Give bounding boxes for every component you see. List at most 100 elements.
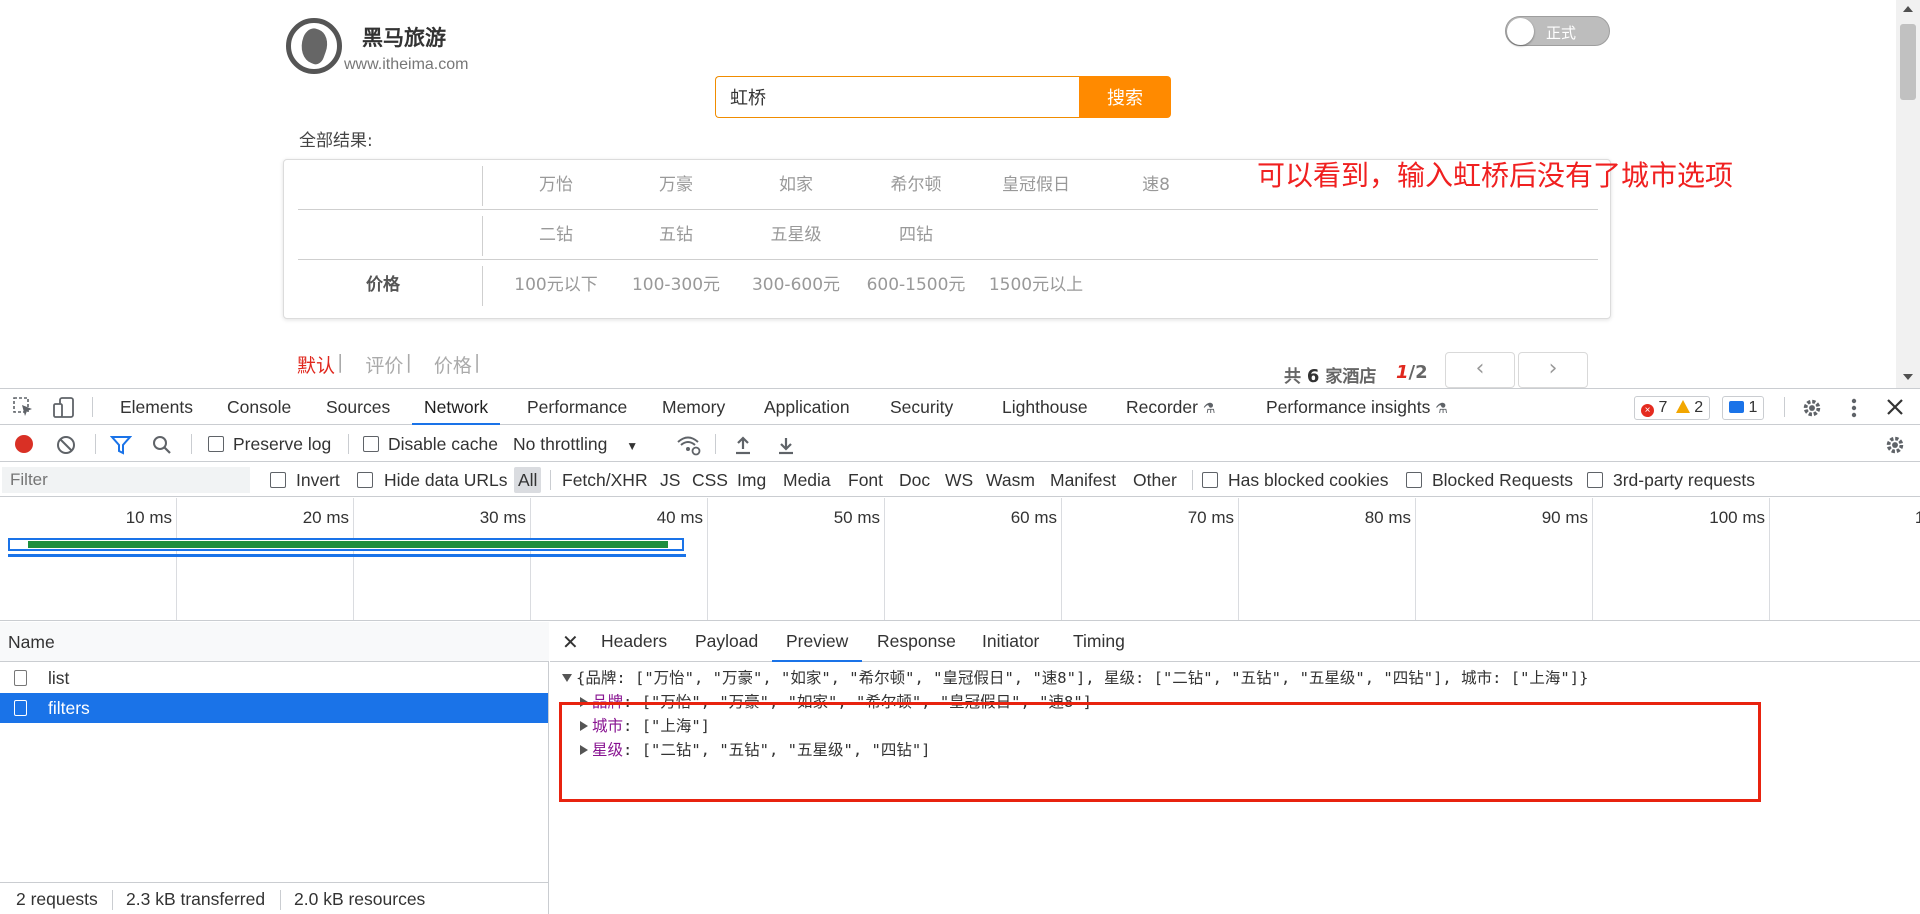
sort-default[interactable]: 默认 bbox=[297, 351, 335, 378]
star-row-label bbox=[298, 210, 468, 260]
import-har-icon[interactable] bbox=[734, 435, 752, 455]
sort-price[interactable]: 价格 bbox=[434, 351, 472, 378]
price-option[interactable]: 100-300元 bbox=[616, 260, 736, 310]
search-button[interactable]: 搜索 bbox=[1079, 76, 1171, 118]
tab-console[interactable]: Console bbox=[227, 389, 291, 425]
third-party-label: 3rd-party requests bbox=[1613, 470, 1756, 490]
has-blocked-cookies-checkbox[interactable] bbox=[1202, 472, 1218, 488]
inspect-element-icon[interactable] bbox=[13, 397, 35, 419]
throttling-select[interactable]: No throttling ▼ bbox=[513, 426, 638, 464]
invert-checkbox[interactable] bbox=[270, 472, 286, 488]
scroll-up-icon[interactable] bbox=[1903, 6, 1913, 12]
network-status-bar: 2 requests 2.3 kB transferred 2.0 kB res… bbox=[0, 882, 548, 914]
filter-input[interactable] bbox=[2, 467, 250, 493]
scroll-down-icon[interactable] bbox=[1903, 374, 1913, 380]
tab-preview[interactable]: Preview bbox=[772, 622, 863, 662]
timeline-overview[interactable]: 110 100 ms 90 ms 80 ms 70 ms 60 ms 50 ms 40 ms 3… bbox=[0, 498, 1920, 621]
site-url[interactable]: www.itheima.com bbox=[344, 56, 468, 74]
price-option[interactable]: 1500元以上 bbox=[976, 260, 1096, 310]
messages-badge[interactable]: 1 bbox=[1722, 396, 1765, 420]
more-options-icon[interactable] bbox=[1848, 397, 1860, 419]
preview-root[interactable]: {品牌: ["万怡", "万豪", "如家", "希尔顿", "皇冠假日", "… bbox=[562, 666, 1588, 690]
hide-data-urls-checkbox[interactable] bbox=[357, 472, 373, 488]
tab-elements[interactable]: Elements bbox=[120, 389, 193, 425]
site-title[interactable]: 黑马旅游 bbox=[362, 22, 446, 52]
close-devtools-icon[interactable] bbox=[1886, 398, 1904, 416]
star-option[interactable]: 五星级 bbox=[736, 210, 856, 260]
environment-toggle[interactable]: 正式 bbox=[1505, 16, 1610, 46]
clear-icon[interactable] bbox=[56, 435, 76, 455]
price-option[interactable]: 100元以下 bbox=[496, 260, 616, 310]
site-logo-icon[interactable] bbox=[286, 18, 342, 74]
preserve-log-checkbox[interactable] bbox=[208, 436, 224, 452]
timeline-tick-label: 20 ms bbox=[302, 508, 349, 527]
tab-recorder[interactable]: Recorder ⚗ bbox=[1126, 389, 1215, 425]
brand-option[interactable]: 万怡 bbox=[496, 160, 616, 210]
next-page-button[interactable]: › bbox=[1518, 352, 1588, 388]
scroll-thumb[interactable] bbox=[1900, 24, 1916, 100]
star-option[interactable]: 二钻 bbox=[496, 210, 616, 260]
request-row-list[interactable]: list bbox=[0, 663, 548, 693]
warning-count: 2 bbox=[1694, 399, 1704, 416]
issues-badge[interactable]: × 7 2 bbox=[1634, 396, 1711, 420]
tab-application[interactable]: Application bbox=[764, 389, 850, 425]
star-option[interactable]: 五钻 bbox=[616, 210, 736, 260]
page-indicator: 1/2 bbox=[1396, 362, 1428, 383]
expand-arrow-icon[interactable] bbox=[562, 674, 572, 682]
sort-rating[interactable]: 评价 bbox=[365, 351, 403, 378]
brand-option[interactable]: 希尔顿 bbox=[856, 160, 976, 210]
brand-option[interactable]: 万豪 bbox=[616, 160, 736, 210]
name-column-header[interactable]: Name bbox=[0, 622, 549, 662]
price-option[interactable]: 600-1500元 bbox=[856, 260, 976, 310]
export-har-icon[interactable] bbox=[777, 435, 795, 455]
brand-option[interactable]: 如家 bbox=[736, 160, 856, 210]
record-button[interactable] bbox=[15, 435, 33, 453]
blocked-requests-checkbox[interactable] bbox=[1406, 472, 1422, 488]
tab-initiator[interactable]: Initiator bbox=[982, 622, 1039, 662]
star-option[interactable]: 四钻 bbox=[856, 210, 976, 260]
type-filter-other[interactable]: Other bbox=[1133, 463, 1177, 497]
type-filter-css[interactable]: CSS bbox=[692, 463, 728, 497]
tab-sources[interactable]: Sources bbox=[326, 389, 390, 425]
device-toolbar-icon[interactable] bbox=[52, 396, 76, 420]
filter-icon[interactable] bbox=[110, 435, 132, 455]
search-icon[interactable] bbox=[152, 435, 172, 455]
timeline-tick-label: 50 ms bbox=[833, 508, 880, 527]
type-filter-doc[interactable]: Doc bbox=[899, 463, 930, 497]
tab-performance[interactable]: Performance bbox=[527, 389, 627, 425]
tab-performance-insights[interactable]: Performance insights ⚗ bbox=[1266, 389, 1448, 425]
brand-option[interactable]: 皇冠假日 bbox=[976, 160, 1096, 210]
type-filter-fetch-xhr[interactable]: Fetch/XHR bbox=[562, 463, 648, 497]
page-scrollbar[interactable] bbox=[1896, 0, 1920, 388]
network-conditions-icon[interactable] bbox=[676, 434, 702, 456]
type-filter-wasm[interactable]: Wasm bbox=[986, 463, 1035, 497]
settings-gear-icon[interactable] bbox=[1801, 397, 1823, 419]
timeline-column: 10 ms bbox=[0, 498, 177, 620]
type-filter-font[interactable]: Font bbox=[848, 463, 883, 497]
tab-response[interactable]: Response bbox=[877, 622, 956, 662]
price-option[interactable]: 300-600元 bbox=[736, 260, 856, 310]
disable-cache-checkbox[interactable] bbox=[363, 436, 379, 452]
third-party-checkbox[interactable] bbox=[1587, 472, 1603, 488]
tab-memory[interactable]: Memory bbox=[662, 389, 725, 425]
tab-security[interactable]: Security bbox=[890, 389, 953, 425]
type-filter-all[interactable]: All bbox=[514, 467, 542, 493]
request-row-filters[interactable]: filters bbox=[0, 693, 548, 723]
type-filter-manifest[interactable]: Manifest bbox=[1050, 463, 1116, 497]
prev-page-button[interactable]: ‹ bbox=[1445, 352, 1515, 388]
tab-timing[interactable]: Timing bbox=[1073, 622, 1125, 662]
error-count: 7 bbox=[1658, 399, 1668, 416]
search-input[interactable] bbox=[715, 76, 1080, 118]
tab-headers[interactable]: Headers bbox=[601, 622, 667, 662]
network-settings-gear-icon[interactable] bbox=[1884, 434, 1906, 456]
type-filter-img[interactable]: Img bbox=[737, 463, 766, 497]
tab-lighthouse[interactable]: Lighthouse bbox=[1002, 389, 1088, 425]
devtools-panel: Elements Console Sources Network Perform… bbox=[0, 388, 1920, 914]
tab-payload[interactable]: Payload bbox=[695, 622, 758, 662]
close-detail-icon[interactable]: ✕ bbox=[562, 630, 579, 655]
brand-option[interactable]: 速8 bbox=[1096, 160, 1216, 210]
type-filter-js[interactable]: JS bbox=[660, 463, 680, 497]
type-filter-ws[interactable]: WS bbox=[945, 463, 973, 497]
type-filter-media[interactable]: Media bbox=[783, 463, 831, 497]
tab-network[interactable]: Network bbox=[412, 389, 501, 425]
